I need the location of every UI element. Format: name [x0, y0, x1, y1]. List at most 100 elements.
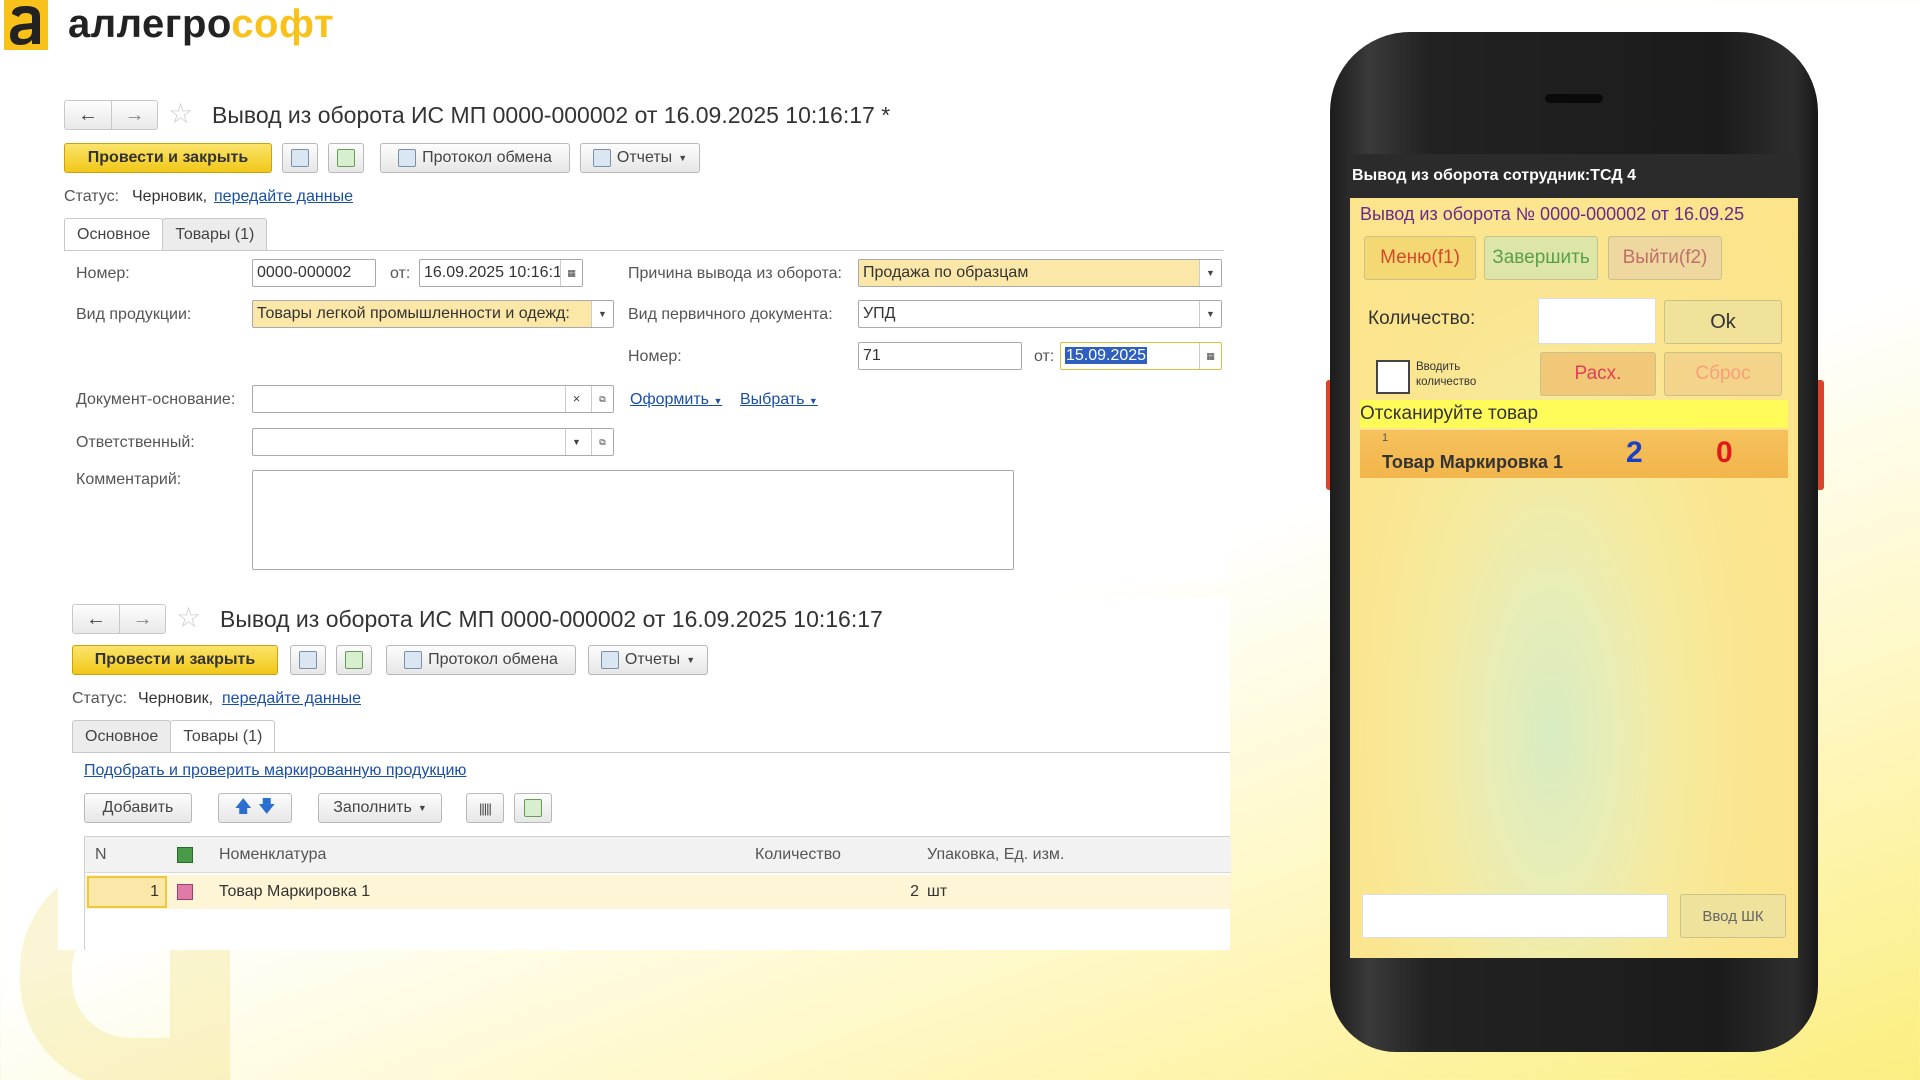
menu-button[interactable]: Меню(f1)	[1364, 236, 1476, 280]
reports-button[interactable]: Отчеты ▼	[580, 143, 700, 173]
exchange-protocol-label: Протокол обмена	[422, 149, 552, 166]
clear-icon[interactable]: ×	[565, 386, 587, 412]
open-icon[interactable]: ⧉	[591, 429, 613, 455]
reset-button[interactable]: Сброс	[1664, 352, 1782, 396]
tab-main[interactable]: Основное	[64, 218, 164, 251]
choose-link[interactable]: Выбрать ▼	[740, 390, 818, 411]
row-n-cell[interactable]: 1	[87, 876, 167, 908]
scanned-item-row[interactable]: 1 Товар Маркировка 1 2 0	[1360, 430, 1788, 478]
tab-main[interactable]: Основное	[72, 720, 172, 752]
forward-arrow-icon[interactable]: →	[111, 101, 157, 129]
chevron-down-icon[interactable]: ▼	[565, 429, 587, 455]
column-header-nomenclature[interactable]: Номенклатура	[219, 837, 326, 873]
post-and-close-button[interactable]: Провести и закрыть	[72, 645, 278, 675]
product-type-select[interactable]: Товары легкой промышленности и одежд: ▼	[252, 300, 614, 328]
enter-barcode-button[interactable]: Ввод ШК	[1680, 894, 1786, 938]
tabs-divider	[64, 250, 1224, 251]
post-button[interactable]	[336, 645, 372, 675]
product-type-value: Товары легкой промышленности и одежд:	[257, 305, 570, 322]
post-and-close-button[interactable]: Провести и закрыть	[64, 143, 272, 173]
add-button[interactable]: Добавить	[84, 793, 192, 823]
post-button[interactable]	[328, 143, 364, 173]
row-unit-cell[interactable]: шт	[927, 875, 947, 909]
calendar-icon[interactable]: ▦	[1199, 343, 1221, 369]
primary-doc-select[interactable]: УПД ▼	[858, 300, 1222, 328]
back-arrow-icon[interactable]: ←	[65, 101, 111, 129]
chevron-down-icon[interactable]: ▼	[591, 301, 613, 327]
barcode-icon: |||||	[479, 800, 492, 816]
phone-speaker	[1545, 94, 1603, 103]
primary-doc-label: Вид первичного документа:	[628, 306, 833, 323]
row-name-cell[interactable]: Товар Маркировка 1	[219, 875, 370, 909]
document-title: Вывод из оборота ИС МП 0000-000002 от 16…	[212, 102, 891, 128]
base-doc-field[interactable]: × ⧉	[252, 385, 614, 413]
doc-number-label: Номер:	[628, 348, 682, 365]
reason-label: Причина вывода из оборота:	[628, 265, 842, 282]
enter-quantity-label: Вводить количество	[1416, 361, 1477, 388]
comment-textarea[interactable]	[252, 470, 1014, 570]
reports-icon	[592, 149, 611, 167]
reason-select[interactable]: Продажа по образцам ▼	[858, 259, 1222, 287]
quantity-input[interactable]	[1538, 298, 1656, 344]
move-up-down-buttons: 🡅 🡇	[218, 793, 292, 823]
forward-arrow-icon[interactable]: →	[119, 605, 165, 633]
open-icon[interactable]: ⧉	[591, 386, 613, 412]
number-field[interactable]: 0000-000002	[252, 259, 376, 287]
document-date-field[interactable]: 16.09.2025 10:16:17 ▦	[419, 259, 583, 287]
row-qty-cell[interactable]: 2	[825, 875, 919, 909]
send-data-link[interactable]: передайте данные	[222, 689, 361, 709]
brand-part2: софт	[231, 2, 335, 46]
status-label: Статус:	[72, 690, 128, 707]
save-disk-icon	[299, 651, 317, 669]
move-down-icon[interactable]: 🡇	[258, 794, 275, 823]
doc-number-field[interactable]: 71	[858, 342, 1022, 370]
tab-goods[interactable]: Товары (1)	[162, 218, 268, 250]
column-header-unit[interactable]: Упаковка, Ед. изм.	[927, 837, 1064, 873]
table-row[interactable]: 1 Товар Маркировка 1 2 шт	[85, 875, 1231, 909]
data-exchange-button[interactable]	[514, 793, 552, 823]
column-header-n[interactable]: N	[95, 837, 107, 873]
move-up-icon[interactable]: 🡅	[235, 794, 252, 823]
create-link[interactable]: Оформить ▼	[630, 390, 722, 411]
save-button[interactable]	[282, 143, 318, 173]
tab-goods[interactable]: Товары (1)	[170, 720, 276, 753]
send-data-link[interactable]: передайте данные	[214, 187, 353, 207]
exit-button[interactable]: Выйти(f2)	[1608, 236, 1722, 280]
document-date-value: 16.09.2025 10:16:17	[424, 264, 571, 281]
marked-product-icon	[177, 884, 193, 900]
back-arrow-icon[interactable]: ←	[73, 605, 119, 633]
reports-icon	[600, 651, 619, 669]
barcode-scan-button[interactable]: |||||	[466, 793, 504, 823]
doc-date-field[interactable]: 15.09.2025 ▦	[1060, 342, 1222, 370]
responsible-select[interactable]: ▼ ⧉	[252, 428, 614, 456]
save-button[interactable]	[290, 645, 326, 675]
exchange-protocol-button[interactable]: Протокол обмена	[386, 645, 576, 675]
reports-label: Отчеты	[616, 149, 673, 166]
chevron-down-icon[interactable]: ▼	[1199, 301, 1221, 327]
favorite-star-icon[interactable]: ☆	[168, 99, 193, 129]
tsd-topbar: Вывод из оборота сотрудник:ТСД 4	[1350, 154, 1798, 198]
item-quantity: 2	[1626, 436, 1643, 469]
calendar-icon[interactable]: ▦	[560, 260, 582, 286]
primary-doc-value: УПД	[863, 305, 896, 322]
chevron-down-icon[interactable]: ▼	[1199, 260, 1221, 286]
barcode-input[interactable]	[1362, 894, 1668, 938]
document-form-main: ← → ☆ Вывод из оборота ИС МП 0000-000002 …	[58, 96, 1230, 582]
pick-marked-products-link[interactable]: Подобрать и проверить маркированную прод…	[84, 761, 466, 781]
choose-link-label: Выбрать	[740, 391, 805, 408]
finish-button[interactable]: Завершить	[1484, 236, 1598, 280]
status-label: Статус:	[64, 188, 120, 205]
form-tabs: Основное Товары (1)	[72, 720, 276, 753]
exchange-protocol-button[interactable]: Протокол обмена	[380, 143, 570, 173]
reports-button[interactable]: Отчеты ▼	[588, 645, 708, 675]
tsd-doc-header: Вывод из оборота № 0000-000002 от 16.09.…	[1360, 204, 1745, 224]
expense-button[interactable]: Расх.	[1540, 352, 1656, 396]
quantity-label: Количество:	[1368, 308, 1476, 329]
favorite-star-icon[interactable]: ☆	[176, 603, 201, 633]
reason-value: Продажа по образцам	[863, 264, 1029, 281]
column-header-quantity[interactable]: Количество	[755, 837, 841, 873]
enter-quantity-checkbox[interactable]	[1376, 360, 1410, 394]
fill-button[interactable]: Заполнить ▼	[318, 793, 442, 823]
comment-label: Комментарий:	[76, 471, 182, 488]
ok-button[interactable]: Ok	[1664, 300, 1782, 344]
